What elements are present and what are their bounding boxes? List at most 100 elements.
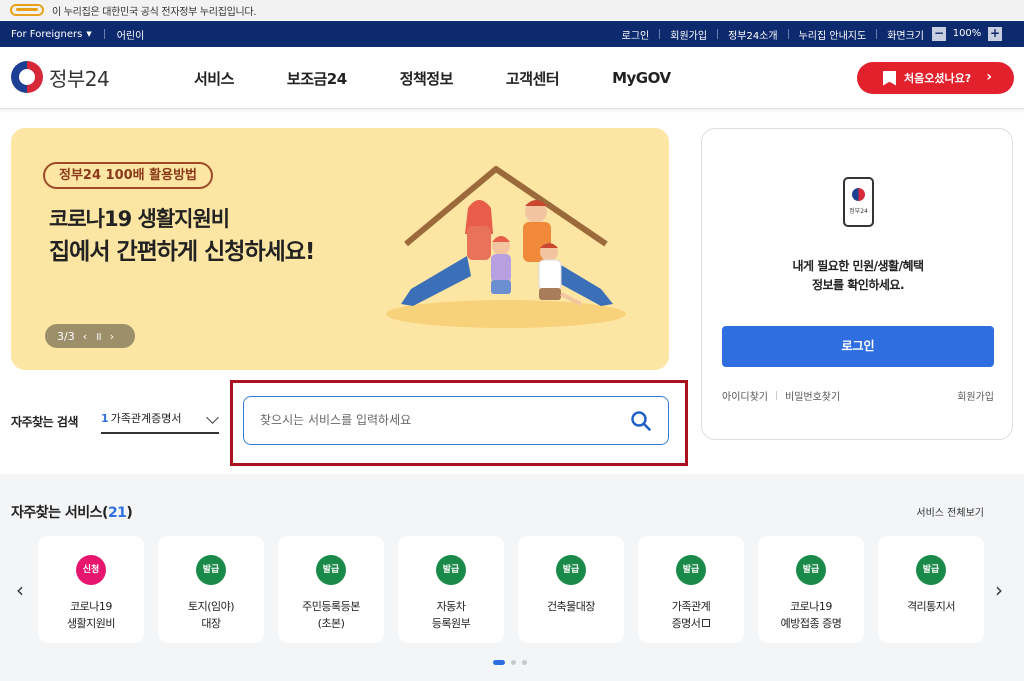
divider: [776, 391, 777, 400]
login-message: 내게 필요한 민원/생활/혜택 정보를 확인하세요.: [702, 257, 1014, 295]
service-card[interactable]: 발급 격리통지서: [878, 536, 984, 643]
carousel-dot-active[interactable]: [493, 660, 505, 665]
next-slide-icon[interactable]: ›: [110, 330, 114, 343]
nav-mygov[interactable]: MyGOV: [612, 69, 671, 87]
services-title: 자주찾는 서비스(21): [11, 505, 133, 521]
divider: [787, 29, 789, 39]
sitemap-link[interactable]: 누리집 안내지도: [799, 27, 867, 42]
external-link-icon: [702, 619, 711, 627]
service-name: 코로나19 생활지원비: [66, 600, 116, 630]
eg-logo-icon: [10, 4, 44, 16]
service-badge: 신청: [76, 555, 106, 585]
prev-slide-icon[interactable]: ‹: [83, 330, 87, 343]
phone-text: 정부24: [849, 208, 868, 215]
search-icon[interactable]: [630, 410, 652, 432]
screen-size-label: 화면크기: [887, 30, 924, 42]
chevron-down-icon: [206, 411, 219, 424]
main-nav: 서비스 보조금24 정책정보 고객센터 MyGOV: [194, 47, 724, 109]
service-card[interactable]: 발급 가족관계 증명서: [638, 536, 744, 643]
service-card[interactable]: 발급 코로나19 예방접종 증명: [758, 536, 864, 643]
caret-down-icon: ▼: [86, 30, 92, 38]
login-link[interactable]: 로그인: [622, 27, 650, 42]
service-badge: 발급: [676, 555, 706, 585]
service-card[interactable]: 발급 건축물대장: [518, 536, 624, 643]
service-badge: 발급: [556, 555, 586, 585]
taegeuk-mark-icon: [852, 188, 865, 201]
hero-banner[interactable]: 정부24 100배 활용방법 코로나19 생활지원비 집에서 간편하게 신청하세…: [11, 128, 669, 370]
search-box: [243, 396, 669, 445]
find-id-link[interactable]: 아이디찾기: [722, 388, 768, 403]
about-link[interactable]: 정부24소개: [728, 27, 778, 42]
nav-policy-info[interactable]: 정책정보: [400, 68, 454, 89]
divider: [876, 29, 878, 39]
service-badge: 발급: [316, 555, 346, 585]
nav-subsidy24[interactable]: 보조금24: [287, 68, 347, 89]
service-badge: 발급: [436, 555, 466, 585]
divider: [717, 29, 719, 39]
frequent-services-section: 자주찾는 서비스(21) 서비스 전체보기 ‹ 신청 코로나19 생활지원비 발급…: [0, 474, 1024, 681]
chevron-right-icon: ›: [986, 69, 992, 85]
hero-title-line2: 집에서 간편하게 신청하세요!: [49, 239, 315, 265]
service-badge: 발급: [796, 555, 826, 585]
service-badge: 발급: [916, 555, 946, 585]
prev-arrow-icon[interactable]: ‹: [16, 578, 24, 602]
hero-title-line1: 코로나19 생활지원비: [49, 207, 230, 231]
login-links: 아이디찾기 비밀번호찾기 회원가입: [722, 388, 994, 403]
logo-text: 정부24: [49, 66, 110, 91]
utility-bar: For Foreigners ▼ 어린이 로그인 회원가입 정부24소개 누리집…: [0, 21, 1024, 47]
card-signup-link[interactable]: 회원가입: [957, 388, 994, 403]
zoom-in-button[interactable]: +: [988, 27, 1002, 41]
login-message-line2: 정보를 확인하세요.: [811, 278, 905, 292]
family-house-illustration: [386, 166, 626, 328]
search-input[interactable]: [260, 411, 600, 429]
kids-link[interactable]: 어린이: [117, 27, 145, 42]
next-arrow-icon[interactable]: ›: [995, 578, 1003, 602]
service-name: 건축물대장: [546, 600, 596, 613]
hero-pager-count: 3/3: [57, 329, 75, 343]
taegeuk-logo-icon: [11, 61, 43, 93]
service-name: 토지(임야) 대장: [187, 600, 235, 630]
service-card[interactable]: 신청 코로나19 생활지원비: [38, 536, 144, 643]
login-card: 정부24 내게 필요한 민원/생활/혜택 정보를 확인하세요. 로그인 아이디찾…: [701, 128, 1013, 440]
for-foreigners-label: For Foreigners: [11, 28, 83, 40]
main-header: 정부24 서비스 보조금24 정책정보 고객센터 MyGOV 처음오셨나요? ›: [0, 47, 1024, 109]
divider: [659, 29, 661, 39]
phone-icon: 정부24: [843, 177, 874, 227]
first-visit-button[interactable]: 처음오셨나요? ›: [857, 62, 1014, 94]
frequent-search-rank: 1: [101, 411, 109, 425]
zoom-control: − 100% +: [932, 27, 1002, 41]
bookmark-icon: [883, 70, 896, 86]
service-name: 가족관계 증명서: [671, 600, 711, 630]
service-name: 주민등록등본 (초본): [302, 600, 360, 630]
for-foreigners-menu[interactable]: For Foreigners ▼: [11, 29, 92, 40]
nav-customer-center[interactable]: 고객센터: [506, 68, 560, 89]
site-logo[interactable]: 정부24: [11, 61, 110, 93]
nav-services[interactable]: 서비스: [194, 68, 234, 89]
first-visit-label: 처음오셨나요?: [904, 72, 972, 85]
pause-icon[interactable]: ॥: [95, 329, 102, 344]
service-card[interactable]: 발급 토지(임야) 대장: [158, 536, 264, 643]
carousel-dots: [493, 660, 533, 665]
gov-banner: 이 누리집은 대한민국 공식 전자정부 누리집입니다.: [0, 0, 1024, 20]
service-name: 격리통지서: [906, 600, 956, 613]
service-badge: 발급: [196, 555, 226, 585]
divider: [103, 29, 105, 39]
frequent-search-dropdown[interactable]: 1 가족관계증명서: [101, 404, 219, 434]
frequent-search-label: 자주찾는 검색: [11, 415, 78, 429]
hero-badge: 정부24 100배 활용방법: [43, 162, 213, 189]
signup-link[interactable]: 회원가입: [670, 27, 707, 42]
service-card[interactable]: 발급 자동차 등록원부: [398, 536, 504, 643]
service-card[interactable]: 발급 주민등록등본 (초본): [278, 536, 384, 643]
zoom-out-button[interactable]: −: [932, 27, 946, 41]
carousel-dot[interactable]: [511, 660, 516, 665]
find-password-link[interactable]: 비밀번호찾기: [785, 388, 840, 403]
login-button[interactable]: 로그인: [722, 326, 994, 367]
service-name: 자동차 등록원부: [431, 600, 471, 630]
frequent-search-value: 가족관계증명서: [110, 412, 182, 425]
carousel-dot[interactable]: [522, 660, 527, 665]
service-name: 코로나19 예방접종 증명: [780, 600, 842, 630]
login-message-line1: 내게 필요한 민원/생활/혜택: [792, 259, 924, 273]
hero-pager: 3/3 ‹ ॥ ›: [45, 324, 135, 348]
view-all-services-link[interactable]: 서비스 전체보기: [916, 504, 984, 519]
zoom-value: 100%: [946, 27, 988, 41]
